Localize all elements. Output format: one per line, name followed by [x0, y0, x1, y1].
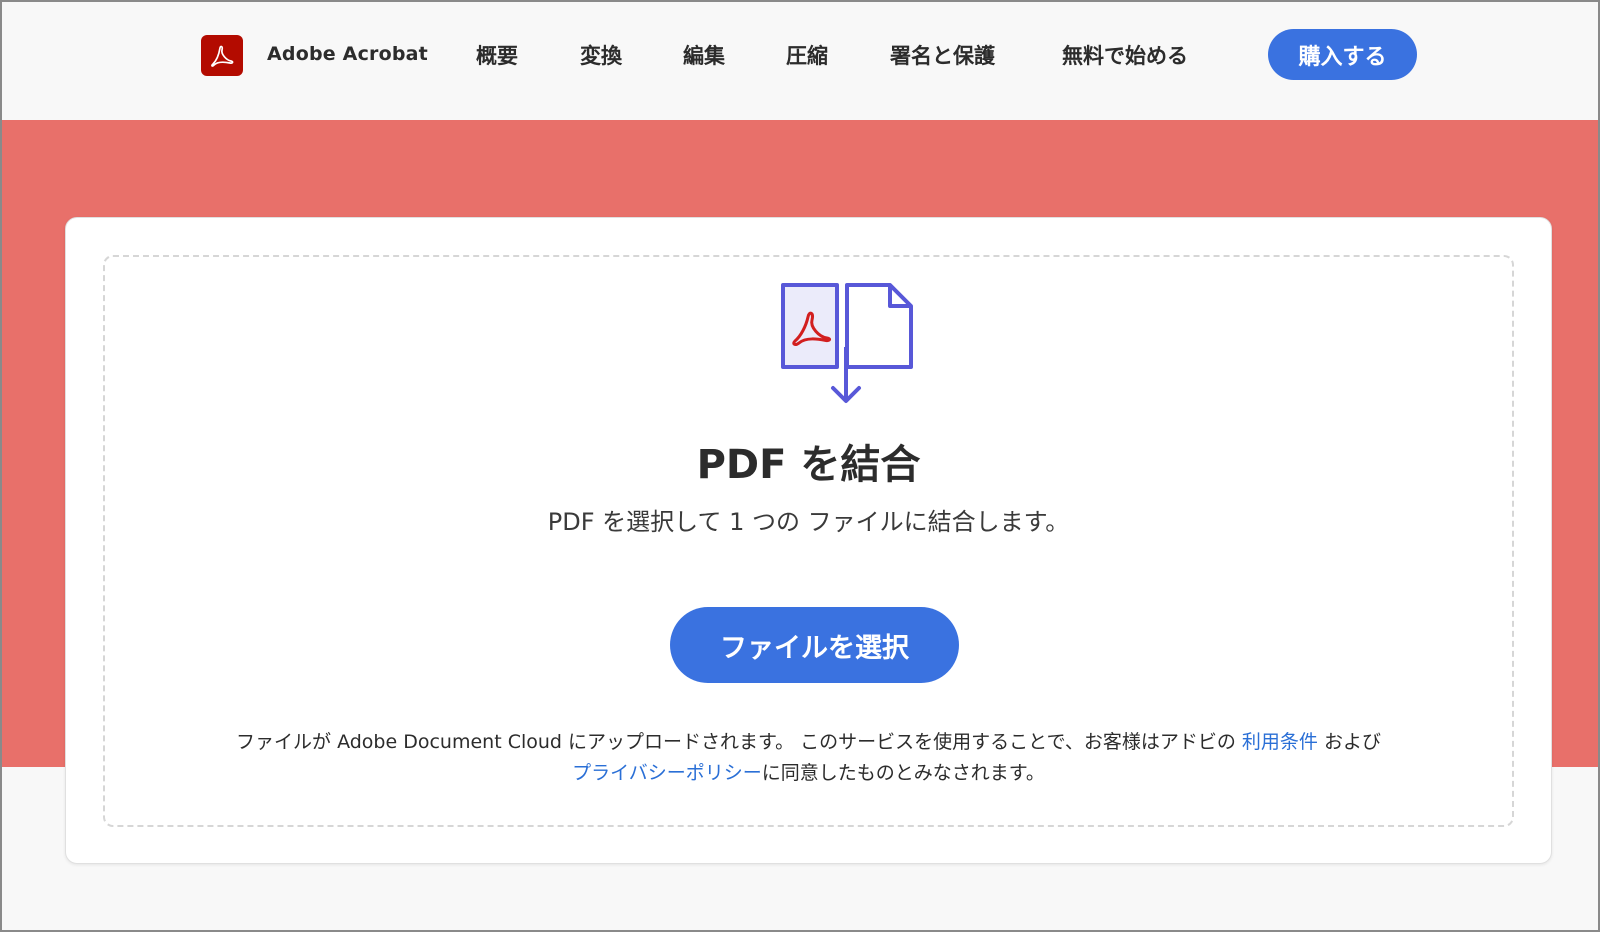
legal-line-1: ファイルが Adobe Document Cloud にアップロードされます。 …: [105, 727, 1512, 758]
privacy-link[interactable]: プライバシーポリシー: [572, 762, 762, 784]
terms-link[interactable]: 利用条件: [1242, 731, 1318, 753]
nav-item-convert[interactable]: 変換: [580, 40, 622, 72]
upload-card: PDF を結合 PDF を選択して 1 つの ファイルに結合します。 ファイルを…: [65, 217, 1552, 864]
combine-files-icon: [781, 283, 913, 403]
legal-notice: ファイルが Adobe Document Cloud にアップロードされます。 …: [105, 727, 1512, 789]
drop-zone[interactable]: PDF を結合 PDF を選択して 1 つの ファイルに結合します。 ファイルを…: [103, 255, 1514, 827]
nav-item-edit[interactable]: 編集: [683, 40, 725, 72]
page-subtitle: PDF を選択して 1 つの ファイルに結合します。: [547, 508, 1070, 536]
site-header: Adobe Acrobat 概要 変換 編集 圧縮 署名と保護 無料で始める 購…: [0, 0, 1600, 120]
nav-item-compress[interactable]: 圧縮: [786, 40, 828, 72]
select-file-button[interactable]: ファイルを選択: [670, 607, 959, 683]
legal-text-and: および: [1323, 731, 1381, 753]
page-title: PDF を結合: [696, 442, 921, 488]
legal-line-2: プライバシーポリシーに同意したものとみなされます。: [105, 758, 1512, 789]
legal-text-prefix: ファイルが Adobe Document Cloud にアップロードされます。 …: [236, 731, 1236, 753]
buy-button[interactable]: 購入する: [1268, 29, 1417, 80]
nav-item-sign-protect[interactable]: 署名と保護: [890, 40, 995, 72]
legal-text-suffix: に同意したものとみなされます。: [761, 762, 1045, 784]
nav-item-start-free[interactable]: 無料で始める: [1062, 40, 1188, 72]
nav-item-overview[interactable]: 概要: [476, 40, 518, 72]
